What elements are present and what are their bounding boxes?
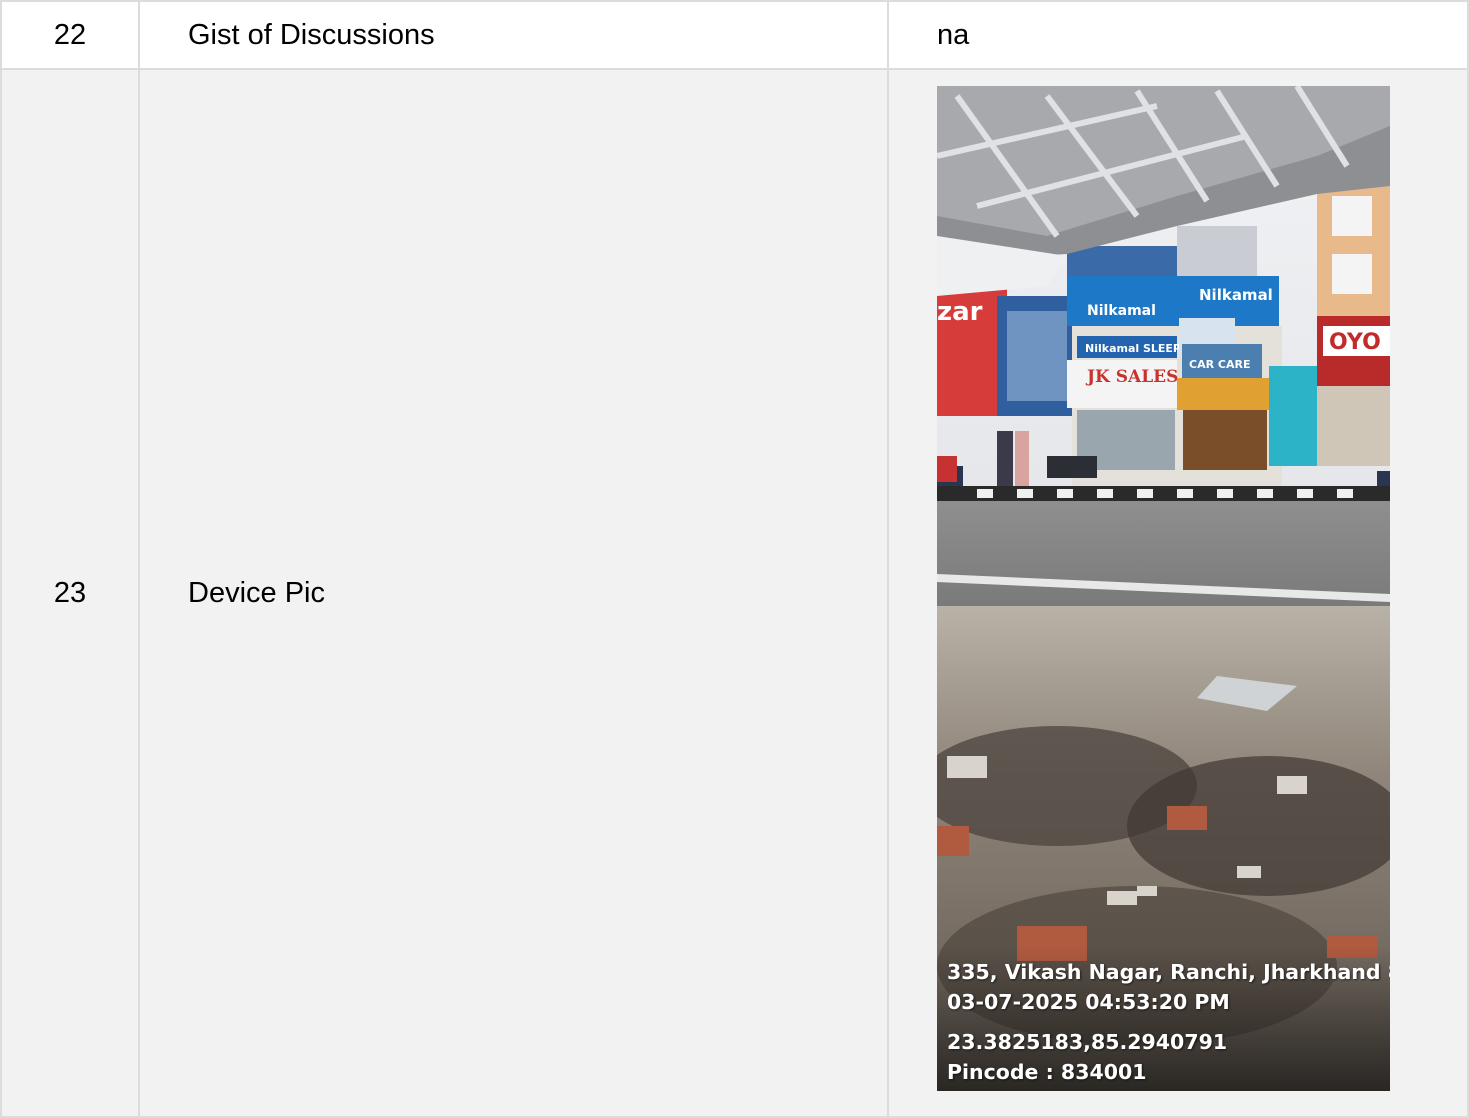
photo-datetime-stamp: 03-07-2025 04:53:20 PM xyxy=(947,990,1230,1014)
row-label: Gist of Discussions xyxy=(138,0,889,70)
row-value: na xyxy=(887,0,1469,70)
report-table: 22 Gist of Discussions na 23 Device Pic xyxy=(0,0,1469,1118)
svg-text:zar: zar xyxy=(937,297,983,327)
street-photo-icon: Nilkamal Nilkamal Nilkamal SLEEP JK SALE… xyxy=(937,86,1390,1091)
photo-coordinates-stamp: 23.3825183,85.2940791 xyxy=(947,1030,1228,1054)
svg-text:Nilkamal: Nilkamal xyxy=(1087,303,1156,319)
table-row: 23 Device Pic Nilkamal Nilkamal Nilkamal… xyxy=(0,68,1469,1118)
svg-text:JK SALES: JK SALES xyxy=(1085,367,1178,387)
svg-text:Nilkamal: Nilkamal xyxy=(1199,286,1273,304)
row-value: Nilkamal Nilkamal Nilkamal SLEEP JK SALE… xyxy=(887,68,1469,1118)
row-label: Device Pic xyxy=(138,68,889,1118)
svg-text:Nilkamal SLEEP: Nilkamal SLEEP xyxy=(1085,342,1181,355)
table-row: 22 Gist of Discussions na xyxy=(0,0,1469,70)
svg-text:OYO: OYO xyxy=(1329,330,1381,355)
row-number: 23 xyxy=(0,68,140,1118)
photo-address-stamp: 335, Vikash Nagar, Ranchi, Jharkhand 834… xyxy=(947,960,1390,984)
photo-pincode-stamp: Pincode : 834001 xyxy=(947,1060,1147,1084)
row-number: 22 xyxy=(0,0,140,70)
device-photo: Nilkamal Nilkamal Nilkamal SLEEP JK SALE… xyxy=(937,86,1390,1091)
svg-text:CAR CARE: CAR CARE xyxy=(1189,358,1250,371)
